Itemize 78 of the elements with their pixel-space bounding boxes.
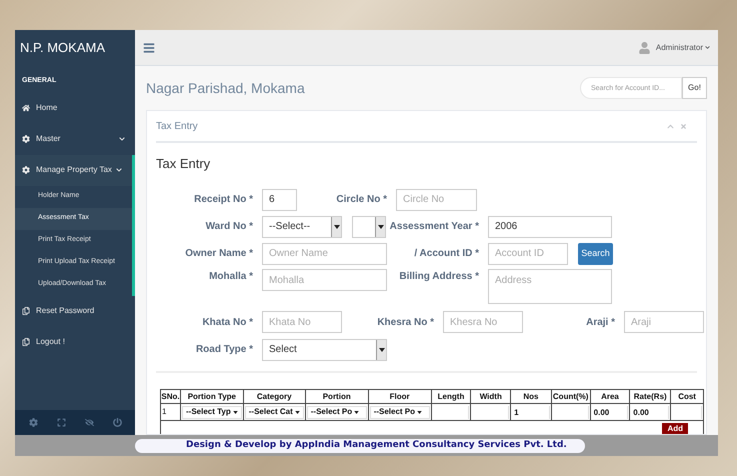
input-field[interactable]: Account ID <box>488 242 568 264</box>
input-field[interactable]: 6 <box>262 188 297 210</box>
input-field[interactable]: Khata No <box>262 311 342 333</box>
address-field[interactable]: Address <box>488 269 612 304</box>
field-label: Receipt No * <box>194 193 253 207</box>
select-field[interactable]: --Select Po <box>370 406 430 418</box>
nav-item[interactable]: Master <box>15 124 135 154</box>
field-label: Khesra No * <box>377 316 434 330</box>
go-button[interactable]: Go! <box>682 77 707 99</box>
column-header: Category <box>243 390 306 404</box>
search-button[interactable]: Search <box>578 242 613 264</box>
select-field[interactable]: --Select Po <box>306 406 367 418</box>
input-field[interactable]: 0.00 <box>631 406 670 418</box>
input-field[interactable]: 0.00 <box>592 406 628 418</box>
column-header: Count(%) <box>551 390 590 404</box>
avatar-icon <box>638 42 650 54</box>
column-header: Floor <box>368 390 432 404</box>
caret-icon <box>354 410 360 414</box>
field-label: / Account ID * <box>414 247 479 261</box>
input-field[interactable]: Circle No <box>396 188 477 210</box>
caret-icon <box>417 410 422 414</box>
footer-credit: Design & Develop by AppIndia Management Consultancy Services Pvt. Ltd. <box>135 438 585 452</box>
column-header: Cost <box>670 390 704 404</box>
close-icon[interactable] <box>680 122 687 130</box>
select-field[interactable]: Select <box>262 338 387 360</box>
caret-icon <box>116 167 122 173</box>
select-field[interactable] <box>352 216 386 238</box>
nav-item[interactable]: Home <box>15 92 135 124</box>
user-menu[interactable]: Administrator <box>656 42 703 54</box>
column-header: Area <box>590 390 630 404</box>
panel-title: Tax Entry <box>156 120 198 134</box>
menu-icon[interactable] <box>143 42 155 54</box>
page-title: Nagar Parishad, Mokama <box>146 78 305 98</box>
field-label: Ward No * <box>206 220 253 234</box>
nav-icon <box>22 307 30 315</box>
input-field[interactable]: 2006 <box>488 216 612 238</box>
form-heading: Tax Entry <box>156 156 210 171</box>
field-label: Araji * <box>586 316 615 330</box>
nav-item[interactable]: Manage Property Tax <box>15 154 132 186</box>
input-field[interactable]: Owner Name <box>262 242 387 264</box>
select-field[interactable]: --Select-- <box>262 216 342 238</box>
column-header: Length <box>431 390 471 404</box>
caret-icon <box>294 410 300 414</box>
field-label: Road Type * <box>196 343 253 357</box>
field-label: Billing Address * <box>399 270 479 284</box>
column-header: Rate(Rs) <box>630 390 671 404</box>
table-cell: 1 <box>162 407 166 416</box>
field-label: Owner Name * <box>185 247 253 261</box>
nav-icon <box>22 135 30 143</box>
nav-item[interactable]: Reset Password <box>15 296 135 326</box>
input-field[interactable]: Mohalla <box>262 269 387 291</box>
column-header: Portion <box>305 390 368 404</box>
field-label: Mohalla * <box>209 270 253 284</box>
input-field[interactable]: Araji <box>624 311 704 333</box>
field-label: Khata No * <box>202 316 253 330</box>
nav-item[interactable]: Logout ! <box>15 326 135 358</box>
fullscreen-icon[interactable] <box>56 418 66 427</box>
collapse-icon[interactable] <box>667 122 674 130</box>
field-label: Assessment Year * <box>390 220 479 234</box>
field-label: Circle No * <box>336 193 387 207</box>
input-field[interactable]: Khesra No <box>443 311 523 333</box>
input-field[interactable]: 1 <box>512 406 550 418</box>
column-header: SNo. <box>160 390 180 404</box>
nav-icon <box>22 166 30 174</box>
nav-icon <box>22 338 30 346</box>
select-field[interactable]: --Select Cat <box>244 406 304 418</box>
caret-icon <box>119 136 125 142</box>
brand-title: N.P. MOKAMA <box>20 39 106 58</box>
nav-icon <box>22 104 30 112</box>
caret-icon <box>232 410 238 414</box>
settings-icon[interactable] <box>28 418 38 427</box>
column-header: Portion Type <box>180 390 244 404</box>
select-field[interactable]: --Select Typ <box>182 406 242 418</box>
caret-icon[interactable] <box>705 45 710 50</box>
column-header: Width <box>470 390 511 404</box>
power-icon[interactable] <box>112 418 122 427</box>
column-header: Nos <box>510 390 552 404</box>
add-button[interactable]: Add <box>662 422 688 434</box>
